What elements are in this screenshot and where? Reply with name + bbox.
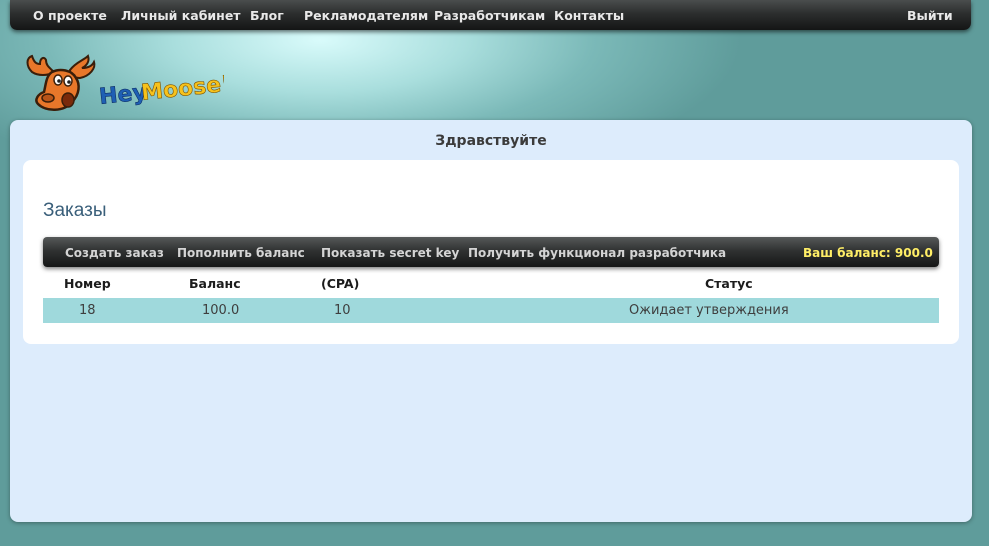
greeting-heading: Здравствуйте: [435, 133, 547, 149]
column-header-number: Номер: [64, 276, 111, 291]
balance-display: Ваш баланс: 900.0: [803, 246, 933, 260]
heymoose-logo[interactable]: Hey Moose!: [24, 54, 233, 118]
orders-card: Заказы Создать заказ Пополнить баланс По…: [23, 160, 959, 344]
orders-toolbar: Создать заказ Пополнить баланс Показать …: [43, 237, 939, 267]
column-header-cpa: (CPA): [321, 276, 360, 291]
moose-logo-icon: Hey Moose!: [26, 54, 233, 111]
top-navigation-bar: О проекте Личный кабинет Блог Рекламодат…: [10, 0, 971, 30]
table-row[interactable]: 18 100.0 10 Ожидает утверждения: [43, 298, 939, 323]
nav-item-advertisers[interactable]: Рекламодателям: [304, 9, 428, 23]
order-cpa: 10: [334, 303, 351, 318]
orders-title: Заказы: [43, 200, 107, 221]
nav-item-developers[interactable]: Разработчикам: [434, 9, 545, 23]
nav-item-blog[interactable]: Блог: [250, 9, 284, 23]
order-balance: 100.0: [202, 303, 240, 318]
top-up-balance-button[interactable]: Пополнить баланс: [177, 246, 305, 260]
show-secret-key-button[interactable]: Показать secret key: [321, 246, 459, 260]
developer-features-button[interactable]: Получить функционал разработчика: [468, 246, 726, 260]
create-order-button[interactable]: Создать заказ: [65, 246, 164, 260]
svg-text:Moose!: Moose!: [140, 72, 224, 106]
nav-item-account[interactable]: Личный кабинет: [121, 9, 241, 23]
logout-link[interactable]: Выйти: [907, 9, 953, 23]
column-header-status: Статус: [705, 276, 753, 291]
column-header-balance: Баланс: [189, 276, 241, 291]
nav-item-about[interactable]: О проекте: [33, 9, 107, 23]
order-number: 18: [79, 303, 96, 318]
order-status: Ожидает утверждения: [629, 303, 789, 318]
main-panel: Здравствуйте Заказы Создать заказ Пополн…: [10, 120, 972, 522]
nav-item-contacts[interactable]: Контакты: [554, 9, 624, 23]
